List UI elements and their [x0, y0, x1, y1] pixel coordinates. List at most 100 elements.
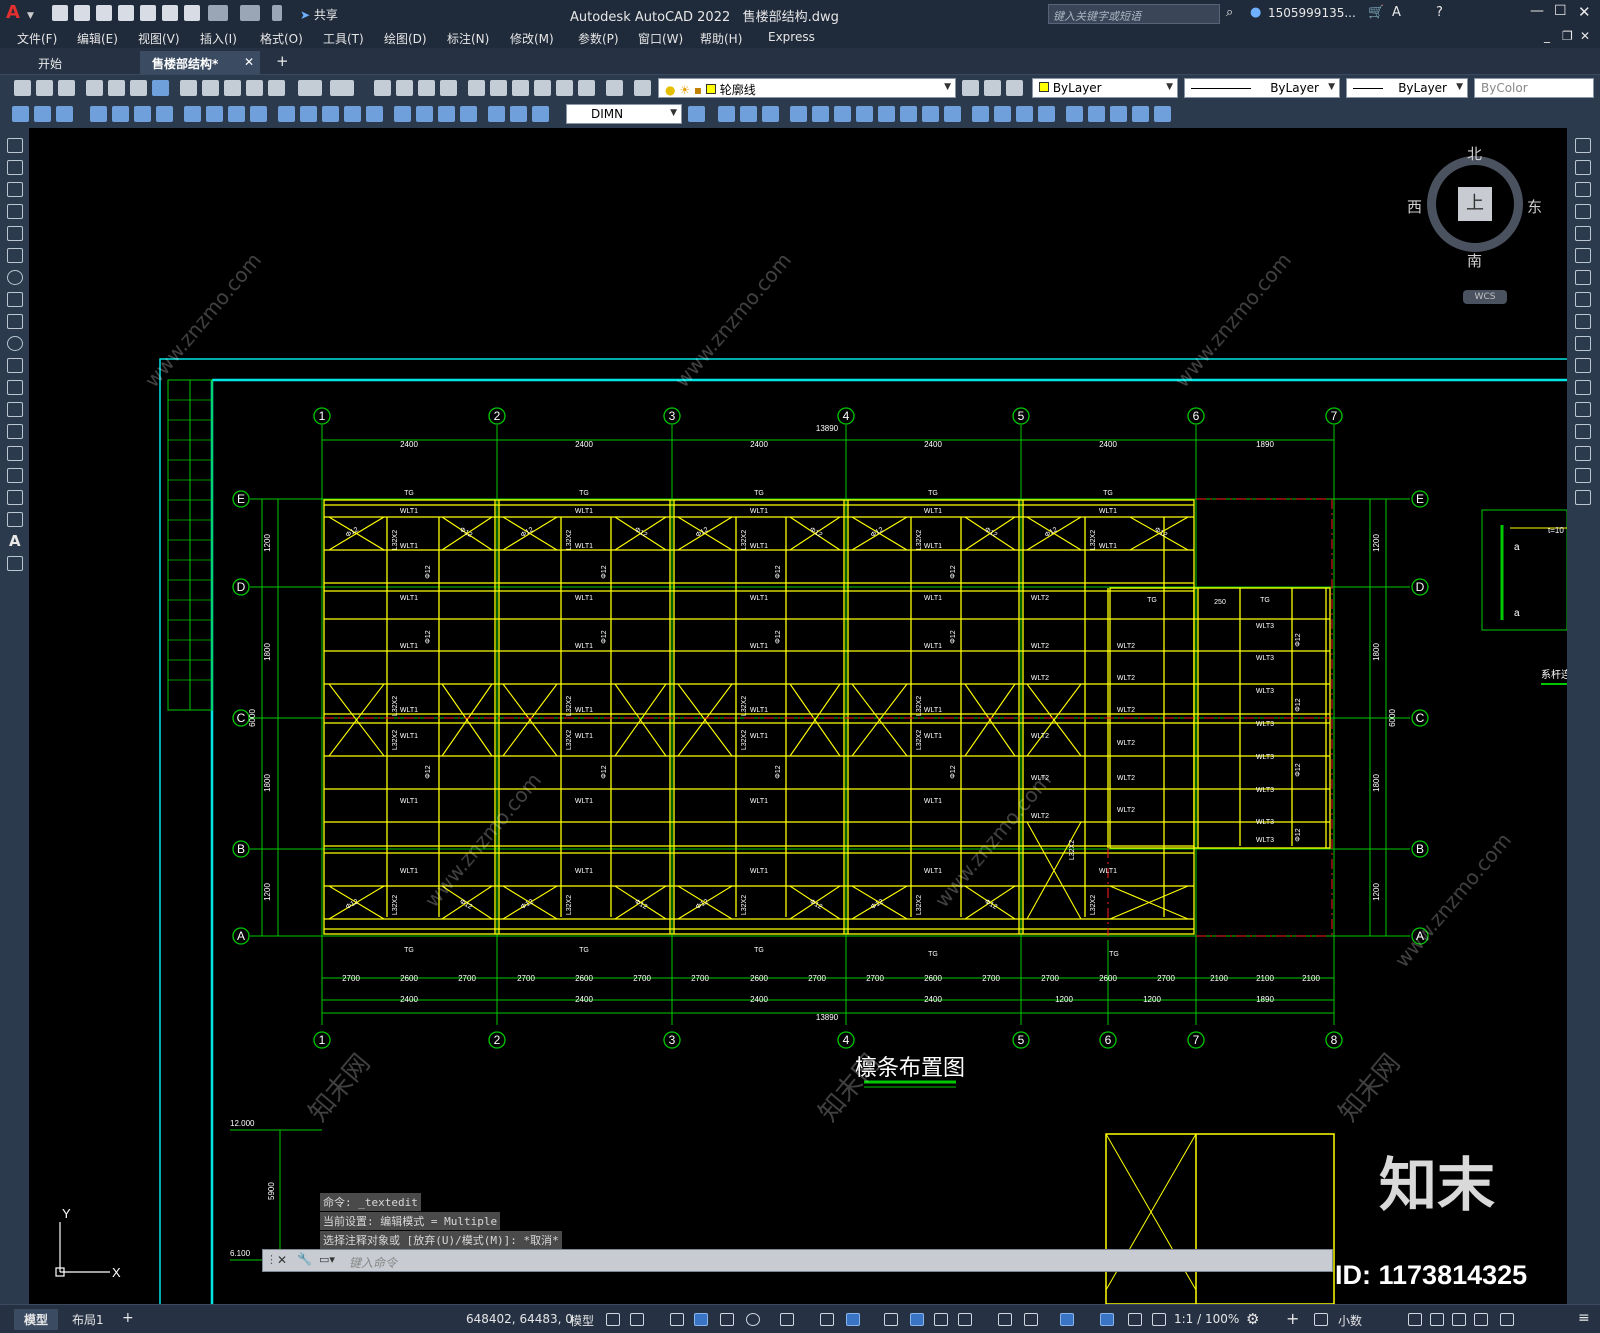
point-icon[interactable]	[7, 424, 23, 439]
menu-parametric[interactable]: 参数(P)	[578, 30, 619, 47]
quick-dimension-icon[interactable]	[278, 106, 295, 122]
break-icon[interactable]	[1575, 380, 1591, 395]
publish-icon[interactable]	[130, 80, 147, 96]
share-button[interactable]: ➤ 共享	[300, 6, 338, 23]
dimension-edit-icon[interactable]	[488, 106, 505, 122]
qnew-icon[interactable]	[14, 80, 31, 96]
modify-tool-icon[interactable]	[1132, 106, 1149, 122]
save-as-icon[interactable]	[118, 5, 134, 21]
auto-scale-icon[interactable]	[1128, 1313, 1142, 1326]
arc-icon[interactable]	[7, 248, 23, 263]
zoom-window-icon[interactable]	[418, 80, 435, 96]
snap-icon[interactable]	[630, 1313, 644, 1326]
trim-icon[interactable]	[1575, 336, 1591, 351]
erase-icon[interactable]	[1575, 138, 1591, 153]
zoom-previous-icon[interactable]	[440, 80, 457, 96]
insert-block-icon[interactable]	[7, 380, 23, 395]
autodesk-app-icon[interactable]: A	[1392, 5, 1401, 20]
markup-icon[interactable]	[556, 80, 573, 96]
tab-model[interactable]: 模型	[14, 1309, 59, 1330]
drawing-canvas[interactable]: 1 2 3 4 5 6 7 1 2 3 4 5 6 7 8 E D C B A …	[29, 128, 1567, 1304]
layer-properties-icon[interactable]	[634, 80, 651, 96]
menu-modify[interactable]: 修改(M)	[510, 30, 554, 47]
command-close-icon[interactable]: ✕	[277, 1253, 287, 1267]
jogged-linear-icon[interactable]	[460, 106, 477, 122]
gizmo-icon[interactable]	[1060, 1313, 1074, 1326]
inspection-icon[interactable]	[438, 106, 455, 122]
lineweight-dropdown[interactable]: ByLayer ▼	[1346, 78, 1468, 98]
rotate-icon[interactable]	[1575, 270, 1591, 285]
modify-tool-icon[interactable]	[1088, 106, 1105, 122]
clean-screen-icon[interactable]	[1500, 1313, 1514, 1326]
make-block-icon[interactable]	[7, 402, 23, 417]
viewcube-east[interactable]: 东	[1527, 196, 1542, 217]
open-web-icon[interactable]	[140, 5, 156, 21]
designcenter-icon[interactable]	[490, 80, 507, 96]
help-icon[interactable]: ?	[1436, 5, 1443, 20]
modify-tool-icon[interactable]	[994, 106, 1011, 122]
construction-line-icon[interactable]	[7, 160, 23, 175]
matchprop-icon[interactable]	[246, 80, 263, 96]
line-icon[interactable]	[7, 138, 23, 153]
close-icon[interactable]: ✕	[1578, 3, 1591, 21]
modify-tool-icon[interactable]	[1154, 106, 1171, 122]
dimension-style-icon[interactable]	[688, 106, 705, 122]
open-icon[interactable]	[36, 80, 53, 96]
units-icon[interactable]	[1314, 1313, 1328, 1326]
dimension-break-icon[interactable]	[366, 106, 383, 122]
explode-icon[interactable]	[1575, 490, 1591, 505]
blend-icon[interactable]	[1575, 468, 1591, 483]
3dprint-icon[interactable]	[152, 80, 169, 96]
modify-tool-icon[interactable]	[856, 106, 873, 122]
paste-icon[interactable]	[224, 80, 241, 96]
quickcalc-icon[interactable]	[578, 80, 595, 96]
jogged-dimension-icon[interactable]	[206, 106, 223, 122]
menu-view[interactable]: 视图(V)	[138, 30, 180, 47]
ellipse-icon[interactable]	[7, 336, 23, 351]
save-icon[interactable]	[58, 80, 75, 96]
scale-icon[interactable]	[1575, 292, 1591, 307]
linear-dimension-icon[interactable]	[90, 106, 107, 122]
angular-dimension-icon[interactable]	[250, 106, 267, 122]
doc-restore-icon[interactable]: ❐	[1562, 29, 1573, 43]
diameter-dimension-icon[interactable]	[228, 106, 245, 122]
copy-icon[interactable]	[202, 80, 219, 96]
search-icon[interactable]: ⌕	[1226, 5, 1233, 20]
grid-icon[interactable]	[606, 1313, 620, 1326]
pan-icon[interactable]	[374, 80, 391, 96]
layer-states-icon[interactable]	[1006, 80, 1023, 96]
tolerance-icon[interactable]	[394, 106, 411, 122]
modify-tool-icon[interactable]	[762, 106, 779, 122]
dynamic-ucs-icon[interactable]	[846, 1313, 860, 1326]
isolate-objects-icon[interactable]	[1452, 1313, 1466, 1326]
menu-tools[interactable]: 工具(T)	[323, 30, 364, 47]
command-input[interactable]: 键入命令	[349, 1254, 397, 1271]
blockeditor-icon[interactable]	[268, 80, 285, 96]
command-customize-icon[interactable]: 🔧	[297, 1252, 312, 1266]
array-icon[interactable]	[1575, 226, 1591, 241]
app-menu-button[interactable]: A ▼	[6, 2, 40, 26]
modify-tool-icon[interactable]	[1066, 106, 1083, 122]
object-snap-tracking-icon[interactable]	[780, 1313, 794, 1326]
undo-icon[interactable]	[298, 80, 322, 96]
annotation-visibility-icon[interactable]	[1100, 1313, 1114, 1326]
help-icon[interactable]	[606, 80, 623, 96]
viewcube[interactable]: 上	[1427, 156, 1523, 252]
properties-icon[interactable]	[468, 80, 485, 96]
plotstyle-dropdown[interactable]: ByColor	[1474, 78, 1594, 98]
selection-cycling-icon[interactable]	[934, 1313, 948, 1326]
infer-constraints-icon[interactable]	[670, 1313, 684, 1326]
region-icon[interactable]	[7, 490, 23, 505]
add-icon[interactable]: +	[1286, 1309, 1299, 1328]
menu-help[interactable]: 帮助(H)	[700, 30, 742, 47]
tab-start[interactable]: 开始	[26, 51, 74, 74]
settings-gear-icon[interactable]: ⚙	[1246, 1310, 1259, 1328]
fillet-icon[interactable]	[1575, 446, 1591, 461]
draw-tool-icon[interactable]	[12, 106, 29, 122]
mtext-icon[interactable]: A	[9, 532, 21, 550]
menu-window[interactable]: 窗口(W)	[638, 30, 683, 47]
zoom-realtime-icon[interactable]	[396, 80, 413, 96]
modify-tool-icon[interactable]	[1016, 106, 1033, 122]
arc-length-icon[interactable]	[134, 106, 151, 122]
rectangle-icon[interactable]	[7, 226, 23, 241]
